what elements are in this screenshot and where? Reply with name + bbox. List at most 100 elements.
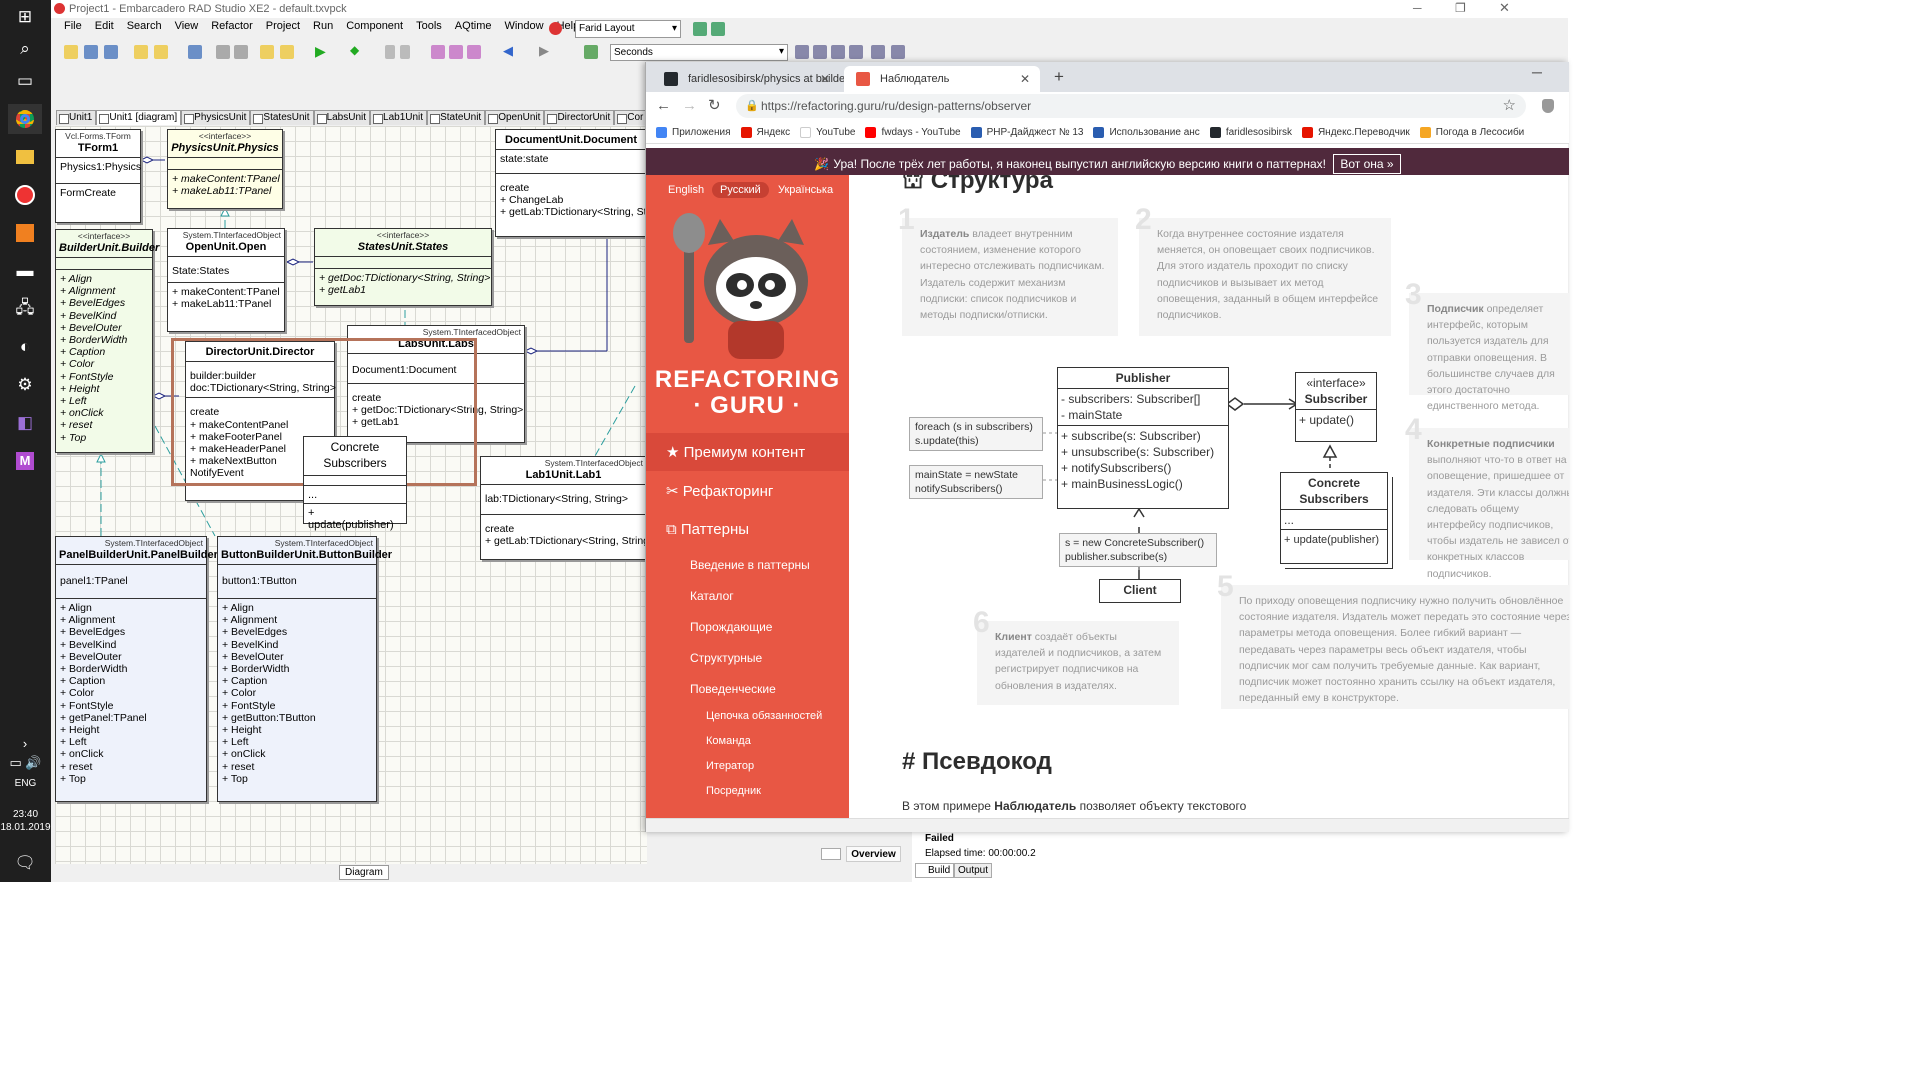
profile-icon[interactable] <box>795 45 809 59</box>
nav-command[interactable]: Команда <box>646 735 849 747</box>
close-icon[interactable]: ✕ <box>1499 0 1510 16</box>
editor-tab[interactable]: DirectorUnit <box>544 110 615 125</box>
new-icon[interactable] <box>64 45 78 59</box>
editor-tab[interactable]: OpenUnit <box>485 110 545 125</box>
compass-icon[interactable]: ◐ <box>8 332 42 362</box>
menu-component[interactable]: Component <box>346 20 403 32</box>
close-tab-icon[interactable]: ✕ <box>1020 72 1030 86</box>
rad-studio-icon[interactable] <box>8 180 42 210</box>
back-arrow-icon[interactable]: ◀ <box>503 43 513 59</box>
extension-shield-icon[interactable] <box>1542 99 1554 113</box>
star-icon[interactable]: ☆ <box>1503 96 1516 114</box>
tray-icons[interactable]: ▭ 🔊 <box>0 748 51 778</box>
new-tab-icon[interactable]: + <box>1054 67 1064 87</box>
step-over-icon[interactable] <box>449 45 463 59</box>
class-panelbuilder[interactable]: System.TInterfacedObject PanelBuilderUnit… <box>55 536 218 802</box>
menu-edit[interactable]: Edit <box>95 20 114 32</box>
remove-file-icon[interactable] <box>234 45 248 59</box>
editor-tab[interactable]: LabsUnit <box>313 110 371 125</box>
network-icon[interactable]: 🖧 <box>8 294 42 324</box>
class-tform1[interactable]: Vcl.Forms.TForm TForm1 Physics1:Physics F… <box>55 129 141 223</box>
profile-compare-icon[interactable] <box>831 45 845 59</box>
file-explorer-icon[interactable] <box>8 142 42 172</box>
build-tab[interactable]: Build <box>915 863 955 878</box>
lang-english[interactable]: English <box>660 182 712 198</box>
time-units-select[interactable]: Seconds ▾ <box>610 44 788 61</box>
menu-search[interactable]: Search <box>127 20 162 32</box>
m-app-icon[interactable]: M <box>8 446 42 476</box>
minimize-icon[interactable]: ─ <box>1413 1 1422 15</box>
editor-tab[interactable]: StatesUnit <box>250 110 314 125</box>
search-icon[interactable]: ⌕ <box>8 34 42 64</box>
chrome-icon[interactable] <box>8 104 42 134</box>
bookmark[interactable]: fwdays - YouTube <box>865 127 961 138</box>
bookmark[interactable]: Погода в Лесосиби <box>1419 127 1524 138</box>
save-all-icon[interactable] <box>104 45 118 59</box>
visual-studio-icon[interactable]: ◧ <box>8 408 42 438</box>
profile-export-icon[interactable] <box>891 45 905 59</box>
nav-creational[interactable]: Порождающие <box>646 620 849 634</box>
settings-gear-icon[interactable]: ⚙ <box>8 370 42 400</box>
class-open[interactable]: System.TInterfacedObject OpenUnit.Open St… <box>167 228 285 332</box>
bookmark[interactable]: YouTube <box>800 127 855 138</box>
uml-diagram-canvas[interactable]: Vcl.Forms.TForm TForm1 Physics1:Physics F… <box>55 126 647 864</box>
stop-icon[interactable] <box>400 45 410 59</box>
component-icon[interactable] <box>584 45 598 59</box>
clock[interactable]: 23:40 18.01.2019 <box>0 808 51 834</box>
nav-refactoring[interactable]: ✂ Рефакторинг <box>646 472 849 510</box>
terminal-icon[interactable]: ▬ <box>8 256 42 286</box>
layout-settings-icon[interactable] <box>711 22 725 36</box>
nav-iterator[interactable]: Итератор <box>646 760 849 772</box>
office-icon[interactable] <box>8 218 42 248</box>
interface-states[interactable]: <<interface>> StatesUnit.States + getDoc:… <box>314 228 492 306</box>
maximize-icon[interactable]: ❐ <box>1455 1 1466 15</box>
overview-label[interactable]: Overview <box>846 846 901 862</box>
forward-arrow-icon[interactable]: ▶ <box>539 43 549 59</box>
address-bar[interactable]: 🔒 https://refactoring.guru/ru/design-pat… <box>736 94 1526 118</box>
reopen-icon[interactable] <box>154 45 168 59</box>
profile-summary-icon[interactable] <box>849 45 863 59</box>
class-buttonbuilder[interactable]: System.TInterfacedObject ButtonBuilderUni… <box>217 536 392 802</box>
run-icon[interactable]: ▶ <box>315 43 326 60</box>
nav-patterns[interactable]: ⧉ Паттерны <box>646 511 849 549</box>
nav-intro[interactable]: Введение в паттерны <box>646 558 849 572</box>
nav-chain-of-responsibility[interactable]: Цепочка обязанностей <box>646 710 849 722</box>
open-folder-icon[interactable] <box>260 45 274 59</box>
layout-select[interactable]: Farid Layout ▾ <box>575 20 681 38</box>
nav-catalog[interactable]: Каталог <box>646 589 849 603</box>
nav-mediator[interactable]: Посредник <box>646 785 849 797</box>
diagram-tab[interactable]: Diagram <box>339 865 389 880</box>
bookmark[interactable]: Яндекс.Переводчик <box>1301 127 1410 138</box>
task-view-icon[interactable]: ▭ <box>8 66 42 96</box>
editor-tab[interactable]: Unit1 <box>56 110 97 125</box>
bookmark[interactable]: Яндекс <box>740 127 790 138</box>
forward-icon[interactable]: → <box>682 97 697 114</box>
menu-project[interactable]: Project <box>266 20 300 32</box>
project-options-icon[interactable] <box>280 45 294 59</box>
menu-aqtime[interactable]: AQtime <box>455 20 492 32</box>
pause-icon[interactable] <box>385 45 395 59</box>
menu-view[interactable]: View <box>175 20 199 32</box>
output-tab[interactable]: Output <box>954 863 993 878</box>
save-layout-icon[interactable] <box>693 22 707 36</box>
class-document[interactable]: DocumentUnit.Document state:state create… <box>495 129 647 237</box>
bookmark[interactable]: Приложения <box>656 127 731 138</box>
back-icon[interactable]: ← <box>656 97 671 114</box>
run-without-debug-icon[interactable]: ◆ <box>350 43 359 57</box>
browser-tab-github[interactable]: faridlesosibirsk/physics at builder ✕ <box>652 66 849 92</box>
menu-refactor[interactable]: Refactor <box>211 20 253 32</box>
minimize-icon[interactable]: ─ <box>1532 64 1542 80</box>
editor-tab[interactable]: Cor <box>614 110 648 125</box>
help-logo-icon[interactable] <box>549 22 562 35</box>
save-icon[interactable] <box>188 45 202 59</box>
browser-tab-observer[interactable]: Наблюдатель ✕ <box>844 66 1040 92</box>
menu-window[interactable]: Window <box>504 20 543 32</box>
site-logo[interactable]: REFACTORING · GURU · <box>646 367 849 419</box>
interface-builder[interactable]: <<interface>> BuilderUnit.Builder + Align… <box>55 229 159 453</box>
bookmark[interactable]: faridlesosibirsk <box>1209 127 1292 138</box>
horizontal-scrollbar[interactable] <box>646 818 1569 832</box>
editor-tab[interactable]: StateUnit <box>427 110 486 125</box>
lang-ukrainian[interactable]: Українська <box>770 182 841 198</box>
banner-button[interactable]: Вот она » <box>1333 154 1401 174</box>
nav-behavioral[interactable]: Поведенческие <box>646 682 849 696</box>
